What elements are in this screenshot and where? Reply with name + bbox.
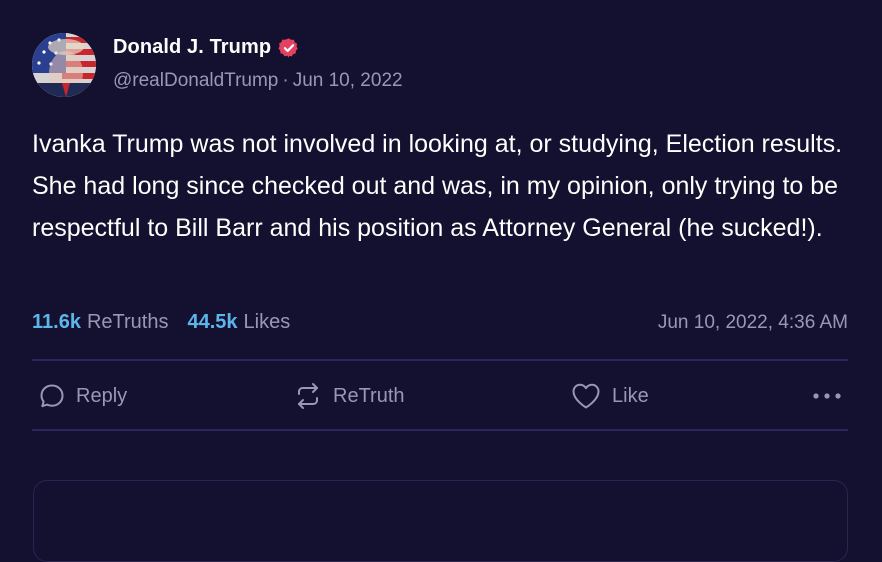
post-date[interactable]: Jun 10, 2022: [293, 70, 403, 91]
author-handle[interactable]: @realDonaldTrump: [113, 70, 278, 91]
divider-bottom: [32, 429, 848, 431]
likes-count: 44.5k: [187, 311, 238, 333]
reply-icon: [40, 384, 64, 408]
name-row: Donald J. Trump: [113, 35, 403, 61]
author-meta: Donald J. Trump @realDonaldTrump · Jun 10,…: [113, 36, 403, 92]
retruths-count: 11.6k: [32, 311, 81, 333]
divider-top: [32, 359, 848, 361]
retruths-stat[interactable]: 11.6k ReTruths: [32, 311, 168, 334]
reply-label: Reply: [76, 384, 128, 407]
more-dots-icon: [813, 393, 841, 399]
retruth-icon: [298, 383, 318, 409]
post-header: Donald J. Trump @realDonaldTrump · Jun 10,…: [32, 33, 403, 97]
likes-label: Likes: [243, 311, 291, 333]
verified-badge-icon: [278, 37, 298, 58]
action-bar: Reply ReTruth Like: [32, 378, 848, 414]
like-label: Like: [612, 384, 649, 407]
handle-row: @realDonaldTrump · Jun 10, 2022: [113, 70, 403, 92]
heart-icon: [572, 383, 600, 409]
retruth-button[interactable]: ReTruth: [293, 378, 405, 414]
likes-stat[interactable]: 44.5k Likes: [187, 311, 290, 334]
author-display-name[interactable]: Donald J. Trump: [113, 36, 271, 59]
avatar[interactable]: [32, 33, 96, 97]
like-button[interactable]: Like: [570, 378, 649, 414]
reply-button[interactable]: Reply: [38, 378, 127, 414]
separator: ·: [282, 69, 289, 91]
post-body-text: Ivanka Trump was not involved in looking…: [32, 130, 843, 242]
more-options-button[interactable]: [812, 378, 842, 414]
retruth-label: ReTruth: [333, 384, 405, 407]
avatar-image: [32, 33, 96, 97]
retruths-label: ReTruths: [86, 311, 169, 333]
post-stats: 11.6k ReTruths 44.5k Likes Jun 10, 2022,…: [32, 311, 848, 334]
post-body: Ivanka Trump was not involved in looking…: [32, 123, 862, 249]
post-card: Donald J. Trump @realDonaldTrump · Jun 10,…: [0, 0, 882, 562]
reply-composer[interactable]: [33, 480, 848, 562]
post-timestamp: Jun 10, 2022, 4:36 AM: [657, 311, 848, 333]
